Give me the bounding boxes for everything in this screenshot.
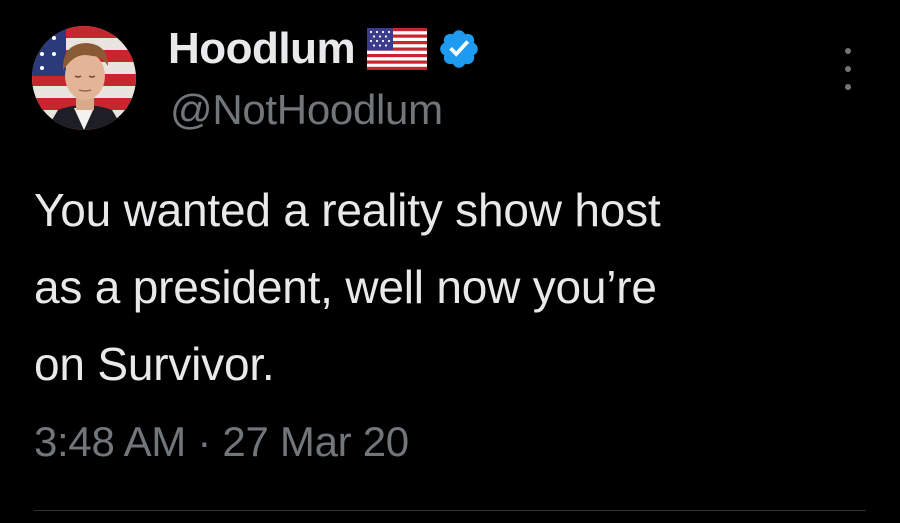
verified-badge-icon[interactable] xyxy=(437,27,481,71)
tweet-text: You wanted a reality show host as a pres… xyxy=(34,172,874,403)
tweet-text-line: You wanted a reality show host xyxy=(34,184,661,236)
display-name[interactable]: Hoodlum xyxy=(168,24,356,74)
divider xyxy=(34,510,866,511)
more-vertical-icon xyxy=(845,48,851,54)
avatar-image xyxy=(32,26,136,130)
display-name-row[interactable]: Hoodlum xyxy=(168,22,481,76)
more-vertical-icon-dot xyxy=(845,84,851,90)
handle[interactable]: @NotHoodlum xyxy=(170,86,443,134)
avatar[interactable] xyxy=(32,26,136,130)
us-flag-icon xyxy=(367,28,428,70)
more-vertical-icon-dot xyxy=(845,66,851,72)
timestamp-link[interactable]: 3:48 AM · 27 Mar 20 xyxy=(34,418,409,466)
tweet[interactable]: Hoodlum @NotHoodlum You wanted a reality… xyxy=(0,0,900,523)
more-options-button[interactable] xyxy=(834,48,862,90)
tweet-text-line: as a president, well now you’re xyxy=(34,261,657,313)
tweet-text-line: on Survivor. xyxy=(34,338,275,390)
